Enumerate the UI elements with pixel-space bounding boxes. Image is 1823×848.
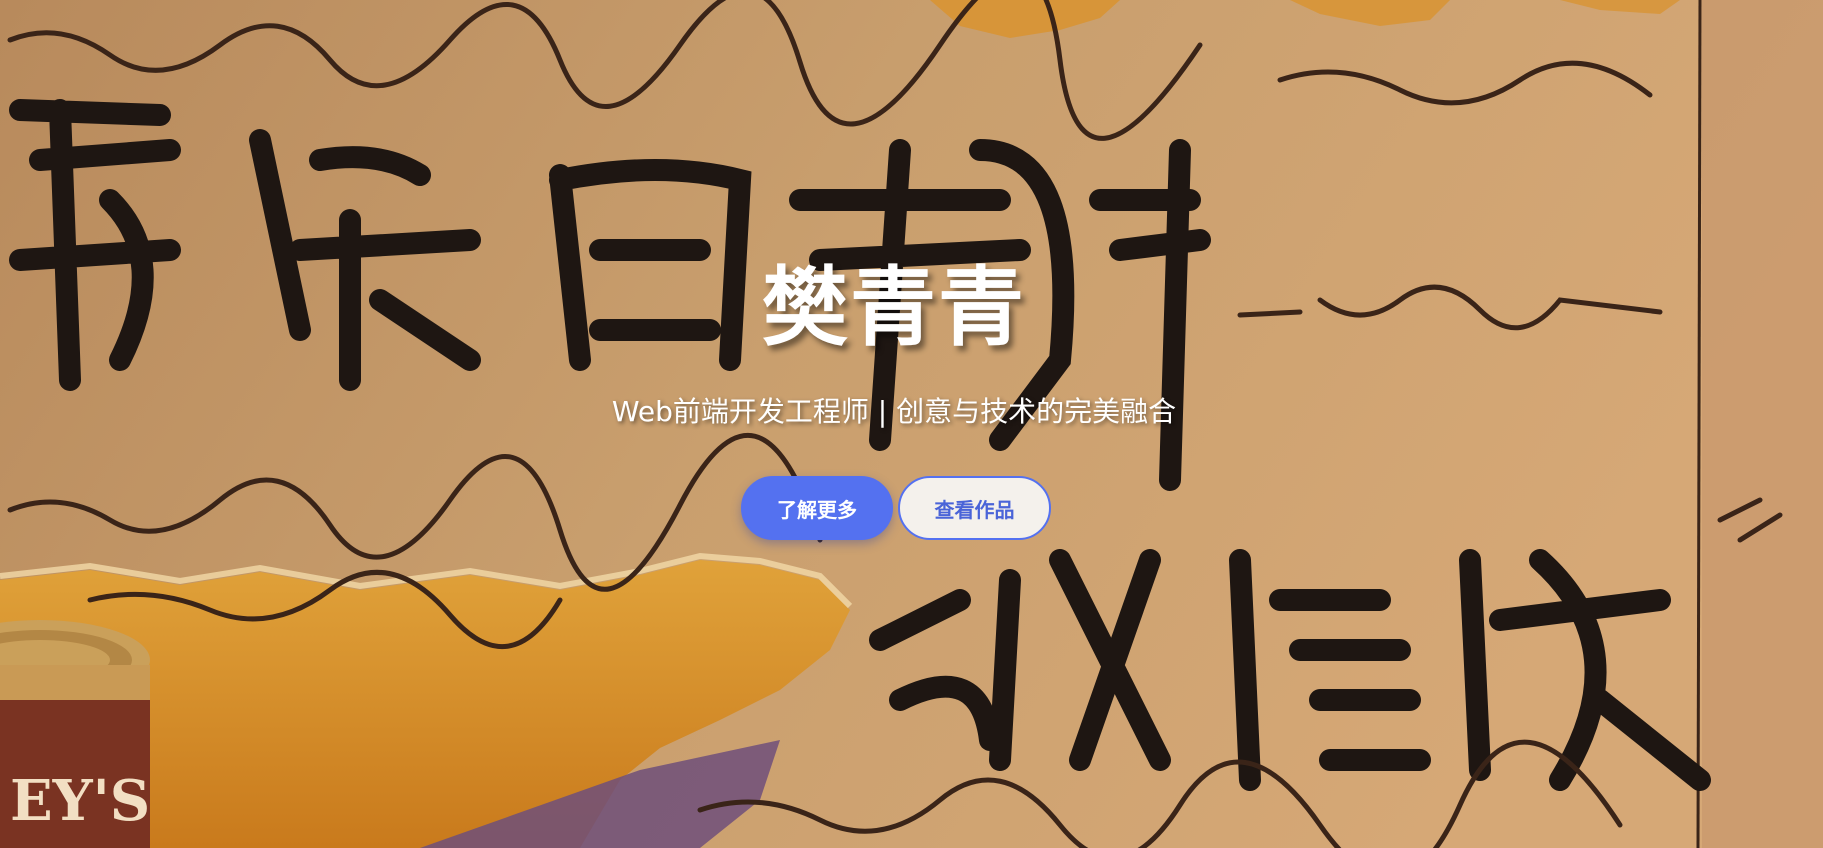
hero-title: 樊青青 [762,258,1026,358]
hero-content: 樊青青 Web前端开发工程师 | 创意与技术的完美融合 了解更多 查看作品 [0,0,1823,848]
view-works-button[interactable]: 查看作品 [898,476,1051,540]
hero-subtitle: Web前端开发工程师 | 创意与技术的完美融合 [611,395,1177,428]
learn-more-button[interactable]: 了解更多 [741,476,893,540]
hero-section: EY'S 樊青青 Web前端开发工程师 | 创意与技术的完美融合 了解更多 查看… [0,0,1823,848]
